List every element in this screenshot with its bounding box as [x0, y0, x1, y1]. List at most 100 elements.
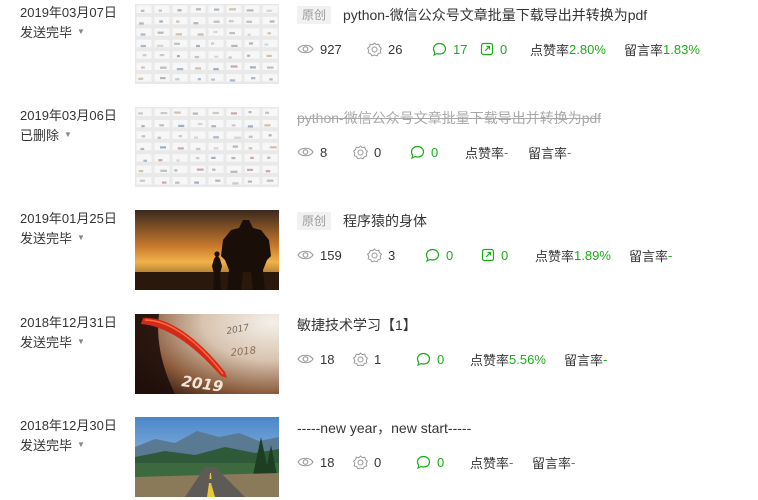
comment-rate-stat: 留言率 - — [629, 246, 672, 265]
comments-count: 0 — [437, 351, 445, 367]
comment-icon — [432, 42, 447, 56]
like-icon — [353, 144, 368, 159]
likes-stat: 3 — [367, 248, 425, 263]
like-rate-stat: 点赞率 5.56% — [470, 350, 564, 369]
eye-icon — [297, 44, 314, 54]
comment-icon — [416, 352, 431, 366]
shares-count: 0 — [501, 247, 509, 263]
comments-stat: 0 — [416, 455, 470, 470]
title-line: 原创 python-微信公众号文章批量下载导出并转换为pdf — [297, 4, 747, 26]
views-stat: 8 — [297, 145, 353, 160]
publish-date: 2019年03月06日 — [20, 108, 117, 123]
views-count: 18 — [320, 351, 335, 367]
views-count: 159 — [320, 247, 342, 263]
comments-stat: 0 — [416, 352, 470, 367]
like-icon — [367, 41, 382, 56]
publish-date: 2018年12月31日 — [20, 315, 117, 330]
date-column: 2018年12月30日 发送完毕 ▼ — [20, 417, 130, 455]
article-title[interactable]: python-微信公众号文章批量下载导出并转换为pdf — [297, 108, 601, 128]
comments-stat: 0 — [410, 145, 465, 160]
likes-stat: 26 — [367, 42, 432, 57]
comments-stat: 17 — [432, 42, 480, 57]
publish-date: 2019年03月07日 — [20, 5, 117, 20]
article-thumbnail[interactable]: 2017 2018 2019 — [135, 314, 279, 394]
title-line: 原创 程序猿的身体 — [297, 210, 747, 232]
comments-count: 0 — [431, 144, 439, 160]
send-status-dropdown[interactable]: 已删除 ▼ — [20, 127, 72, 145]
comment-rate-value: - — [571, 454, 576, 470]
shares-count: 0 — [500, 41, 508, 57]
article-title[interactable]: 敏捷技术学习【1】 — [297, 315, 417, 335]
likes-count: 1 — [374, 351, 382, 367]
comment-rate-value: - — [668, 247, 673, 263]
like-rate-value: - — [504, 144, 509, 160]
like-rate-stat: 点赞率 2.80% — [530, 40, 624, 59]
like-rate-label: 点赞率 — [530, 42, 570, 58]
views-stat: 927 — [297, 42, 367, 57]
publish-date: 2019年01月25日 — [20, 211, 117, 226]
article-content: 原创 程序猿的身体 159 3 0 0 点赞率 1.89% 留言率 - — [297, 210, 747, 264]
like-rate-label: 点赞率 — [535, 248, 575, 264]
views-count: 18 — [320, 454, 335, 470]
article-title[interactable]: -----new year，new start----- — [297, 418, 471, 438]
likes-count: 0 — [374, 144, 382, 160]
article-content: -----new year，new start----- 18 0 0 点赞率 -… — [297, 417, 747, 471]
article-row: 2018年12月31日 发送完毕 ▼ 2017 2018 2019 敏捷技术学习【… — [0, 314, 758, 404]
chevron-down-icon: ▼ — [77, 27, 85, 36]
comments-count: 0 — [446, 247, 454, 263]
eye-icon — [297, 457, 314, 467]
article-thumbnail[interactable] — [135, 417, 279, 497]
comments-count: 17 — [453, 41, 468, 57]
send-status-dropdown[interactable]: 发送完毕 ▼ — [20, 24, 85, 42]
comment-rate-label: 留言率 — [528, 145, 568, 161]
views-stat: 18 — [297, 352, 353, 367]
comment-rate-stat: 留言率 - — [532, 453, 575, 472]
article-title[interactable]: python-微信公众号文章批量下载导出并转换为pdf — [343, 5, 647, 25]
article-title[interactable]: 程序猿的身体 — [343, 211, 427, 231]
send-status-dropdown[interactable]: 发送完毕 ▼ — [20, 230, 85, 248]
article-row: 2019年01月25日 发送完毕 ▼ 原创 程序猿的身体 159 3 0 0 点… — [0, 210, 758, 300]
send-status-label: 发送完毕 — [20, 335, 73, 350]
comments-stat: 0 — [425, 248, 481, 263]
send-status-dropdown[interactable]: 发送完毕 ▼ — [20, 334, 85, 352]
original-tag: 原创 — [297, 212, 332, 230]
mountain-road-image — [135, 417, 279, 497]
comment-icon — [416, 455, 431, 469]
likes-count: 3 — [388, 247, 396, 263]
title-line: -----new year，new start----- — [297, 417, 747, 439]
eye-icon — [297, 354, 314, 364]
comment-rate-stat: 留言率 - — [564, 350, 607, 369]
likes-stat: 0 — [353, 455, 416, 470]
comment-rate-stat: 留言率 1.83% — [624, 40, 700, 59]
article-thumbnail[interactable] — [135, 4, 279, 84]
comments-count: 0 — [437, 454, 445, 470]
original-tag: 原创 — [297, 6, 332, 24]
date-column: 2019年03月07日 发送完毕 ▼ — [20, 4, 130, 42]
article-thumbnail[interactable] — [135, 210, 279, 290]
like-rate-stat: 点赞率 1.89% — [535, 246, 629, 265]
grid-screenshot-image — [135, 107, 279, 187]
date-column: 2018年12月31日 发送完毕 ▼ — [20, 314, 130, 352]
like-icon — [353, 351, 368, 366]
stats-bar: 18 0 0 点赞率 - 留言率 - — [297, 453, 747, 471]
article-thumbnail[interactable] — [135, 107, 279, 187]
send-status-dropdown[interactable]: 发送完毕 ▼ — [20, 437, 85, 455]
like-rate-value: - — [509, 454, 514, 470]
comment-rate-label: 留言率 — [624, 42, 664, 58]
likes-count: 0 — [374, 454, 382, 470]
send-status-label: 已删除 — [20, 128, 60, 143]
shares-stat: 0 — [480, 42, 530, 57]
title-line: 敏捷技术学习【1】 — [297, 314, 747, 336]
like-icon — [353, 454, 368, 469]
grid-screenshot-image — [135, 4, 279, 84]
views-stat: 159 — [297, 248, 367, 263]
like-rate-value: 1.89% — [574, 247, 611, 263]
like-rate-value: 2.80% — [569, 41, 606, 57]
stats-bar: 18 1 0 点赞率 5.56% 留言率 - — [297, 350, 747, 368]
comment-rate-label: 留言率 — [564, 352, 604, 368]
views-count: 8 — [320, 144, 328, 160]
chevron-down-icon: ▼ — [64, 130, 72, 139]
send-status-label: 发送完毕 — [20, 231, 73, 246]
article-row: 2018年12月30日 发送完毕▼ -----new year，new sta — [0, 417, 758, 500]
date-column: 2019年01月25日 发送完毕 ▼ — [20, 210, 130, 248]
